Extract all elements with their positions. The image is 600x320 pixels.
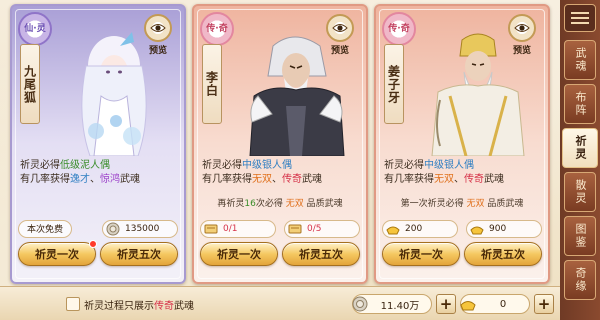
rarity-badge: 传·奇 (382, 12, 416, 46)
free-label: 本次免费 (18, 220, 73, 238)
button-row: 祈灵一次 祈灵五次 (18, 240, 178, 266)
preview-label: 预览 (330, 46, 349, 56)
preview-label: 预览 (148, 46, 167, 56)
coin-icon (106, 222, 120, 236)
cost-row: 200 900 (382, 220, 542, 238)
hero-name: 李白 (202, 44, 222, 124)
hero-name: 姜子牙 (384, 44, 404, 124)
tab-wuhun[interactable]: 武魂 (564, 40, 596, 80)
red-dot-indicator (89, 240, 97, 248)
summon-five-button[interactable]: 祈灵五次 (100, 242, 178, 266)
scroll-icon (204, 224, 218, 234)
summon-card-libai: 传·奇 李白 预览 祈灵必得中级银人偶 有几率获得无双、传奇武魂 再祈灵16次必… (192, 4, 368, 284)
only-show-legendary-label: 祈灵过程只展示传奇武魂 (84, 301, 194, 312)
cost-row: 0/1 0/5 (200, 220, 360, 238)
gold-cost-once: 200 (382, 220, 458, 238)
summon-card-jiangziya: 传·奇 姜子牙 预览 祈灵必得中级银人偶 有几率获得无双、传奇武魂 第一次祈灵必… (374, 4, 550, 284)
coin-icon (352, 296, 368, 312)
tab-buzhen[interactable]: 布阵 (564, 84, 596, 124)
rarity-badge: 仙·灵 (18, 12, 52, 46)
card-description: 祈灵必得低级泥人偶 有几率获得逸才、惊鸿武魂 (20, 160, 140, 185)
hero-area: 传·奇 李白 预览 (194, 6, 366, 156)
preview-label: 预览 (512, 46, 531, 56)
tab-tujian[interactable]: 图鉴 (564, 216, 596, 256)
preview-button[interactable]: 预览 (322, 14, 358, 56)
gold-ingot-icon (470, 226, 484, 235)
button-row: 祈灵一次 祈灵五次 (382, 242, 542, 266)
hero-area: 仙·灵 九尾狐 预览 (12, 6, 184, 156)
preview-button[interactable]: 预览 (504, 14, 540, 56)
scroll-cost-once: 0/1 (200, 220, 276, 238)
silver-balance: 11.40万 (352, 294, 432, 314)
scroll-cost-five: 0/5 (284, 220, 360, 238)
card-description: 祈灵必得中级银人偶 有几率获得无双、传奇武魂 (202, 160, 322, 185)
summon-five-button[interactable]: 祈灵五次 (464, 242, 542, 266)
eye-icon (326, 14, 354, 42)
summon-once-button[interactable]: 祈灵一次 (382, 242, 460, 266)
gold-ingot-icon (460, 301, 476, 311)
summon-card-jiuweihu: 仙·灵 九尾狐 预览 祈灵必得低级泥人偶 有几率获得逸才、惊鸿武魂 本次免费 1… (10, 4, 186, 284)
pity-counter-text: 再祈灵16次必得 无双 品质武魂 (217, 199, 343, 209)
summon-once-button[interactable]: 祈灵一次 (200, 242, 278, 266)
first-summon-text: 第一次祈灵必得 无双 品质武魂 (400, 199, 524, 209)
bottom-bar: 祈灵过程只展示传奇武魂 11.40万 + 0 + (0, 286, 560, 320)
gold-ingot-icon (386, 226, 400, 235)
button-row: 祈灵一次 祈灵五次 (200, 242, 360, 266)
eye-icon (508, 14, 536, 42)
summon-five-button[interactable]: 祈灵五次 (282, 242, 360, 266)
add-silver-button[interactable]: + (436, 294, 456, 314)
right-sidebar: 武魂 布阵 祈灵 散灵 图鉴 奇缘 (560, 0, 600, 320)
menu-icon (571, 12, 589, 24)
tab-qiling[interactable]: 祈灵 (562, 128, 598, 168)
rarity-badge: 传·奇 (200, 12, 234, 46)
gold-balance: 0 (460, 294, 530, 314)
menu-button[interactable] (564, 4, 596, 32)
preview-button[interactable]: 预览 (140, 14, 176, 56)
add-gold-button[interactable]: + (534, 294, 554, 314)
tab-qiyuan[interactable]: 奇缘 (564, 260, 596, 300)
tab-sanling[interactable]: 散灵 (564, 172, 596, 212)
hero-area: 传·奇 姜子牙 预览 (376, 6, 548, 156)
summon-once-button[interactable]: 祈灵一次 (18, 240, 97, 266)
card-description: 祈灵必得中级银人偶 有几率获得无双、传奇武魂 (384, 160, 504, 185)
only-show-legendary-checkbox[interactable] (66, 297, 80, 311)
coin-cost: 135000 (102, 220, 178, 238)
eye-icon (144, 14, 172, 42)
hero-name: 九尾狐 (20, 44, 40, 124)
scroll-icon (288, 224, 302, 234)
cost-row: 本次免费 135000 (18, 220, 178, 238)
gold-cost-five: 900 (466, 220, 542, 238)
